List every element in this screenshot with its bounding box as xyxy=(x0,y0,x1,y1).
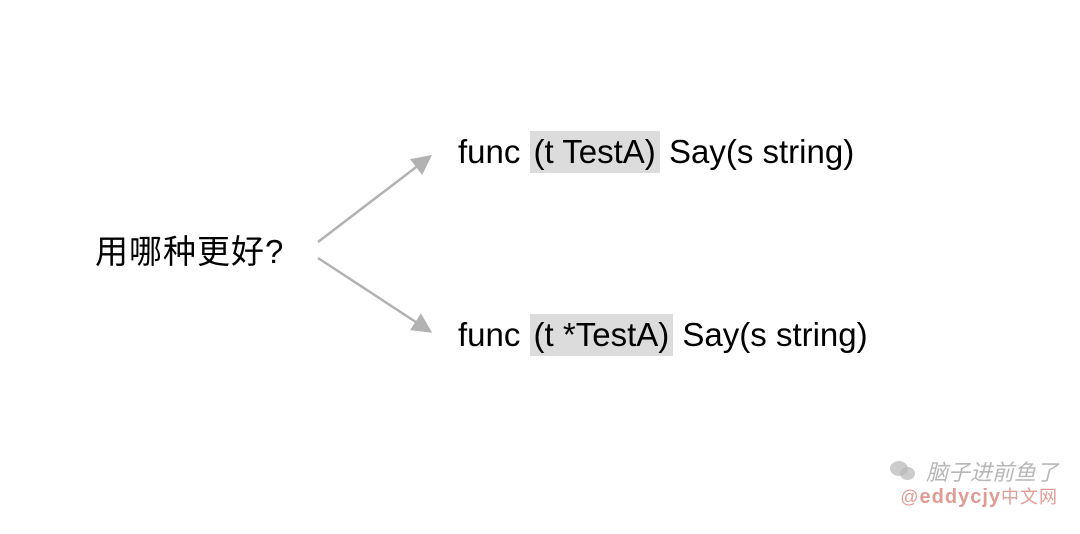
watermark-site: 中文网 xyxy=(1001,487,1058,507)
arrow-to-option-2 xyxy=(318,258,438,344)
watermark-author: @eddycjy中文网 xyxy=(900,483,1058,509)
watermark-at: @ xyxy=(900,487,919,507)
option-1-code: func (t TestA) Say(s string) xyxy=(458,131,854,173)
option-2-prefix: func xyxy=(458,316,530,353)
option-1-prefix: func xyxy=(458,133,530,170)
question-text: 用哪种更好? xyxy=(95,225,284,273)
option-1-highlight: (t TestA) xyxy=(530,131,660,173)
wechat-icon xyxy=(890,459,918,483)
option-1-suffix: Say(s string) xyxy=(660,133,854,170)
watermark-handle: eddycjy xyxy=(920,486,1001,508)
option-2-highlight: (t *TestA) xyxy=(530,314,674,356)
arrow-to-option-1 xyxy=(318,148,438,243)
option-2-suffix: Say(s string) xyxy=(673,316,867,353)
option-2-code: func (t *TestA) Say(s string) xyxy=(458,314,868,356)
diagram-container: 用哪种更好? func (t TestA) Say(s string) func… xyxy=(0,0,1080,534)
